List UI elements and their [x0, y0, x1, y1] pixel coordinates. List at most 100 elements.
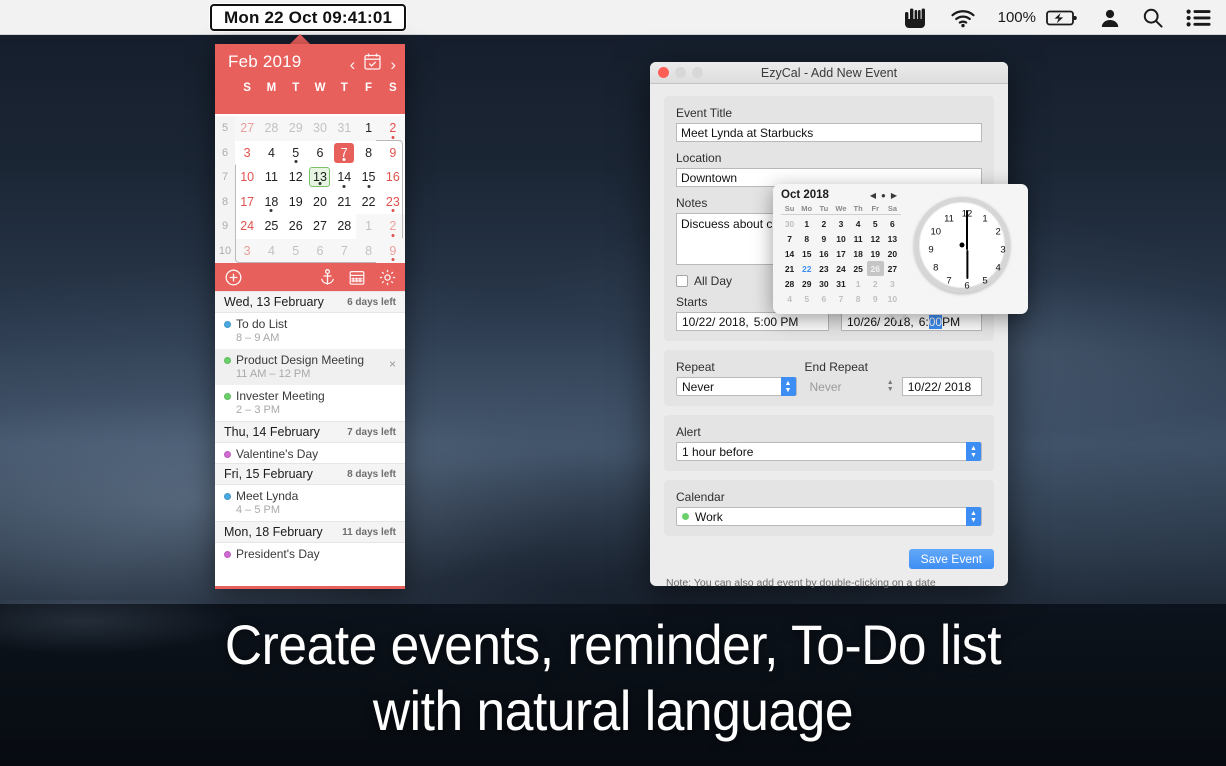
calendar-day-cell[interactable]: 29 [284, 116, 308, 141]
next-month-button[interactable]: › [390, 56, 396, 73]
calendar-day-cell[interactable]: 2 [381, 214, 405, 239]
event-title-input[interactable]: Meet Lynda at Starbucks [676, 123, 982, 142]
date-picker-day-cell[interactable]: 12 [867, 231, 884, 246]
date-picker-day-cell[interactable]: 26 [867, 261, 884, 276]
calendar-day-cell[interactable]: 9 [381, 239, 405, 264]
date-picker-day-cell[interactable]: 8 [850, 291, 867, 306]
date-picker-next-button[interactable]: ▶ [891, 191, 897, 200]
date-picker-day-cell[interactable]: 30 [781, 216, 798, 231]
date-picker-day-cell[interactable]: 6 [815, 291, 832, 306]
end-repeat-select[interactable]: Never ▲▼ [805, 377, 898, 396]
date-picker-day-cell[interactable]: 7 [832, 291, 849, 306]
calendar-day-cell[interactable]: 15 [356, 165, 380, 190]
anchor-pin-icon[interactable] [320, 269, 335, 286]
chevron-updown-icon[interactable]: ▲▼ [966, 507, 981, 526]
date-picker-day-cell[interactable]: 5 [798, 291, 815, 306]
calendar-check-icon[interactable] [363, 52, 382, 76]
date-picker-day-cell[interactable]: 3 [884, 276, 901, 291]
calendar-day-cell[interactable]: 20 [308, 190, 332, 215]
ends-datetime-input[interactable]: 10/26/ 2018, 6:00 PM [841, 312, 982, 331]
calendar-day-cell[interactable]: 22 [356, 190, 380, 215]
date-picker-day-cell[interactable]: 29 [798, 276, 815, 291]
event-list-item[interactable]: Invester Meeting2 – 3 PM [215, 385, 405, 421]
calendar-day-cell[interactable]: 23 [381, 190, 405, 215]
date-picker-day-cell[interactable]: 18 [850, 246, 867, 261]
calendar-day-cell[interactable]: 5 [284, 141, 308, 166]
date-picker-day-cell[interactable]: 11 [850, 231, 867, 246]
calendar-day-cell[interactable]: 1 [356, 214, 380, 239]
calendar-day-cell[interactable]: 28 [259, 116, 283, 141]
user-account-icon[interactable] [1100, 8, 1120, 28]
date-picker-day-cell[interactable]: 30 [815, 276, 832, 291]
calendar-day-cell[interactable]: 31 [332, 116, 356, 141]
calendar-select[interactable]: Work ▲▼ [676, 507, 982, 526]
date-picker-day-cell[interactable]: 15 [798, 246, 815, 261]
date-picker-today-button[interactable]: ● [881, 191, 886, 200]
calendar-date-grid[interactable]: 5272829303112634567897101112131415168171… [215, 114, 405, 263]
minimize-window-button[interactable] [675, 67, 686, 78]
calendar-day-cell[interactable]: 24 [235, 214, 259, 239]
chevron-updown-icon[interactable]: ▲▼ [966, 442, 981, 461]
search-icon[interactable] [1142, 7, 1164, 29]
event-list-item[interactable]: President's Day [215, 543, 405, 563]
close-window-button[interactable] [658, 67, 669, 78]
event-list-item[interactable]: Valentine's Day [215, 443, 405, 463]
calendar-day-cell[interactable]: 26 [284, 214, 308, 239]
calendar-day-cell[interactable]: 25 [259, 214, 283, 239]
repeat-select[interactable]: Never ▲▼ [676, 377, 797, 396]
gear-icon[interactable] [379, 269, 396, 286]
event-list-item[interactable]: Meet Lynda4 – 5 PM [215, 485, 405, 521]
calendar-day-cell[interactable]: 27 [308, 214, 332, 239]
clock-minute-hand[interactable] [966, 210, 968, 250]
date-picker-day-cell[interactable]: 3 [832, 216, 849, 231]
battery-charging-icon[interactable] [1046, 9, 1078, 27]
calendar-day-cell[interactable]: 8 [356, 239, 380, 264]
hand-horns-icon[interactable] [902, 7, 928, 29]
prev-month-button[interactable]: ‹ [350, 56, 356, 73]
clock-hour-hand[interactable] [966, 250, 968, 279]
date-picker-day-cell[interactable]: 6 [884, 216, 901, 231]
date-picker-day-cell[interactable]: 25 [850, 261, 867, 276]
calendar-day-cell[interactable]: 16 [381, 165, 405, 190]
calendar-day-cell[interactable]: 17 [235, 190, 259, 215]
date-picker-day-cell[interactable]: 7 [781, 231, 798, 246]
calendar-day-cell[interactable]: 10 [235, 165, 259, 190]
wifi-icon[interactable] [950, 8, 976, 28]
plus-circle-icon[interactable] [225, 269, 242, 286]
calendar-day-cell[interactable]: 14 [332, 165, 356, 190]
calendar-day-cell[interactable]: 3 [235, 239, 259, 264]
date-picker-day-cell[interactable]: 21 [781, 261, 798, 276]
calendar-grid-icon[interactable] [349, 269, 365, 286]
window-titlebar[interactable]: EzyCal - Add New Event [650, 62, 1008, 84]
calendar-day-cell[interactable]: 2 [381, 116, 405, 141]
alert-select[interactable]: 1 hour before ▲▼ [676, 442, 982, 461]
date-picker-date-grid[interactable]: 3012345678910111213141516171819202122232… [781, 216, 901, 306]
date-picker-day-cell[interactable]: 9 [815, 231, 832, 246]
end-repeat-date-input[interactable]: 10/22/ 2018 [902, 377, 982, 396]
maximize-window-button[interactable] [692, 67, 703, 78]
date-picker-day-cell[interactable]: 14 [781, 246, 798, 261]
chevron-updown-icon[interactable]: ▲▼ [781, 377, 796, 396]
calendar-event-list[interactable]: Wed, 13 February6 days leftTo do List8 –… [215, 291, 405, 563]
calendar-day-cell[interactable]: 6 [308, 239, 332, 264]
calendar-day-cell[interactable]: 13 [308, 165, 332, 190]
date-picker-day-cell[interactable]: 2 [815, 216, 832, 231]
time-picker-clock[interactable]: 121234567891011 [905, 190, 1021, 306]
date-picker-day-cell[interactable]: 28 [781, 276, 798, 291]
calendar-day-cell[interactable]: 27 [235, 116, 259, 141]
calendar-day-cell[interactable]: 21 [332, 190, 356, 215]
date-picker-day-cell[interactable]: 17 [832, 246, 849, 261]
window-controls[interactable] [658, 67, 703, 78]
date-picker-day-cell[interactable]: 4 [781, 291, 798, 306]
calendar-day-cell[interactable]: 11 [259, 165, 283, 190]
calendar-day-cell[interactable]: 3 [235, 141, 259, 166]
event-list-item[interactable]: Product Design Meeting11 AM – 12 PM× [215, 349, 405, 385]
date-picker-day-cell[interactable]: 10 [884, 291, 901, 306]
date-picker-day-cell[interactable]: 16 [815, 246, 832, 261]
date-picker-day-cell[interactable]: 1 [798, 216, 815, 231]
date-picker-day-cell[interactable]: 8 [798, 231, 815, 246]
menubar-clock[interactable]: Mon 22 Oct 09:41:01 [210, 4, 406, 31]
date-picker-day-cell[interactable]: 20 [884, 246, 901, 261]
calendar-day-cell[interactable]: 4 [259, 239, 283, 264]
calendar-day-cell[interactable]: 9 [381, 141, 405, 166]
